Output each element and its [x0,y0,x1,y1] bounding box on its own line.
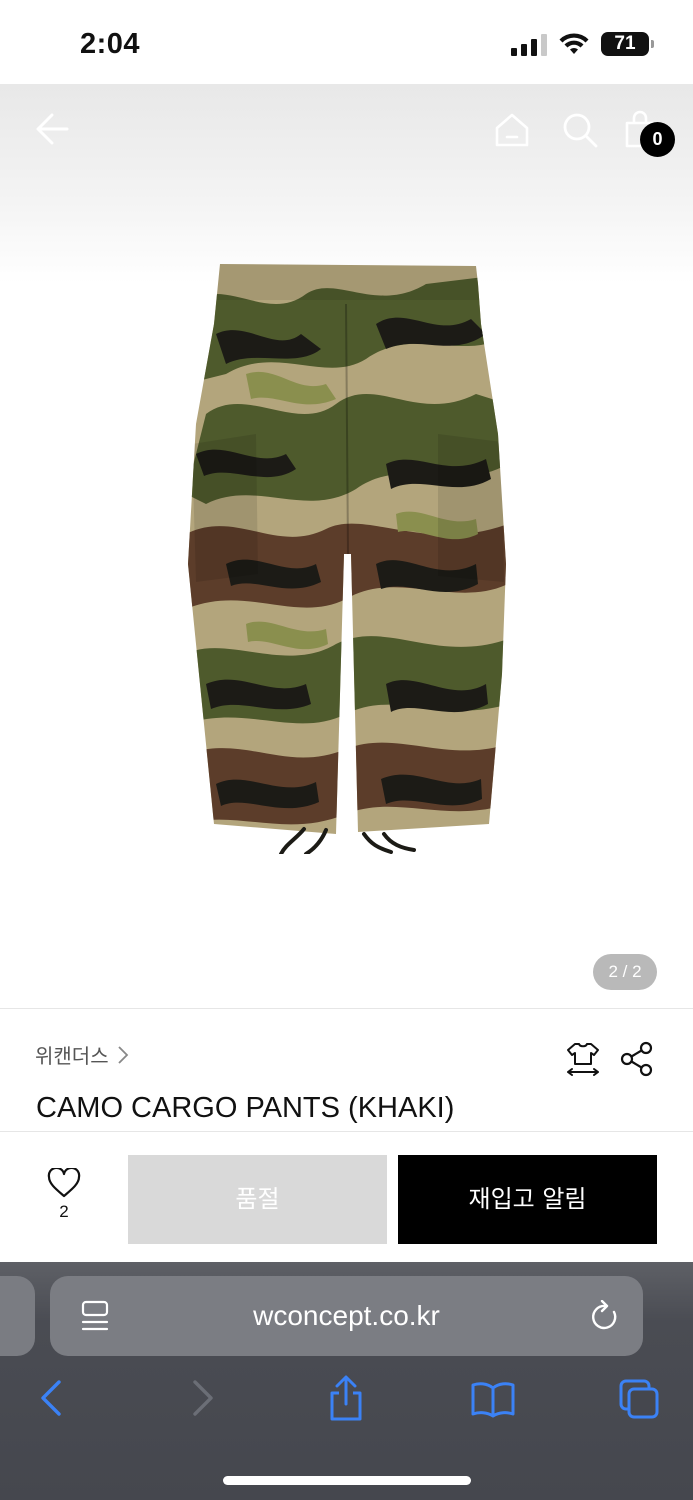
brand-link[interactable]: 위캔더스 [35,1040,129,1069]
soldout-button[interactable]: 품절 [128,1155,387,1244]
home-indicator[interactable] [223,1476,471,1485]
status-bar: 2:04 71 [0,0,693,84]
url-text[interactable]: wconcept.co.kr [50,1300,643,1332]
reload-icon[interactable] [590,1300,620,1332]
tabs-icon[interactable] [618,1378,660,1420]
size-fit-icon[interactable] [564,1040,602,1078]
home-icon[interactable] [492,110,532,150]
browser-back-icon[interactable] [38,1378,64,1418]
search-icon[interactable] [560,110,600,150]
chevron-right-icon [117,1045,128,1064]
product-title: CAMO CARGO PANTS (KHAKI) [36,1092,455,1124]
wifi-icon [559,33,589,54]
product-image-camo-pants [188,264,506,854]
status-time: 2:04 [80,28,141,60]
back-arrow-icon[interactable] [34,110,72,148]
share-icon[interactable] [618,1040,656,1078]
share-up-icon[interactable] [328,1374,364,1422]
image-page-indicator: 2 / 2 [593,954,657,990]
divider [0,1008,693,1009]
heart-icon [47,1168,81,1198]
divider [0,1131,693,1132]
battery-indicator: 71 [601,32,654,56]
cart-count-badge[interactable]: 0 [640,122,675,157]
like-button[interactable]: 2 [36,1168,92,1238]
bookmarks-icon[interactable] [470,1380,516,1418]
status-indicators: 71 [511,32,654,56]
restock-alert-button[interactable]: 재입고 알림 [398,1155,657,1244]
address-bar[interactable]: wconcept.co.kr [50,1276,643,1356]
browser-forward-icon [193,1380,213,1416]
previous-tab[interactable] [0,1276,35,1356]
like-count: 2 [59,1202,69,1221]
cellular-signal-icon [511,32,547,56]
product-image-gallery[interactable]: 0 2 / 2 [0,84,693,1008]
brand-name: 위캔더스 [35,1044,109,1068]
browser-chrome: wconcept.co.kr [0,1262,693,1500]
